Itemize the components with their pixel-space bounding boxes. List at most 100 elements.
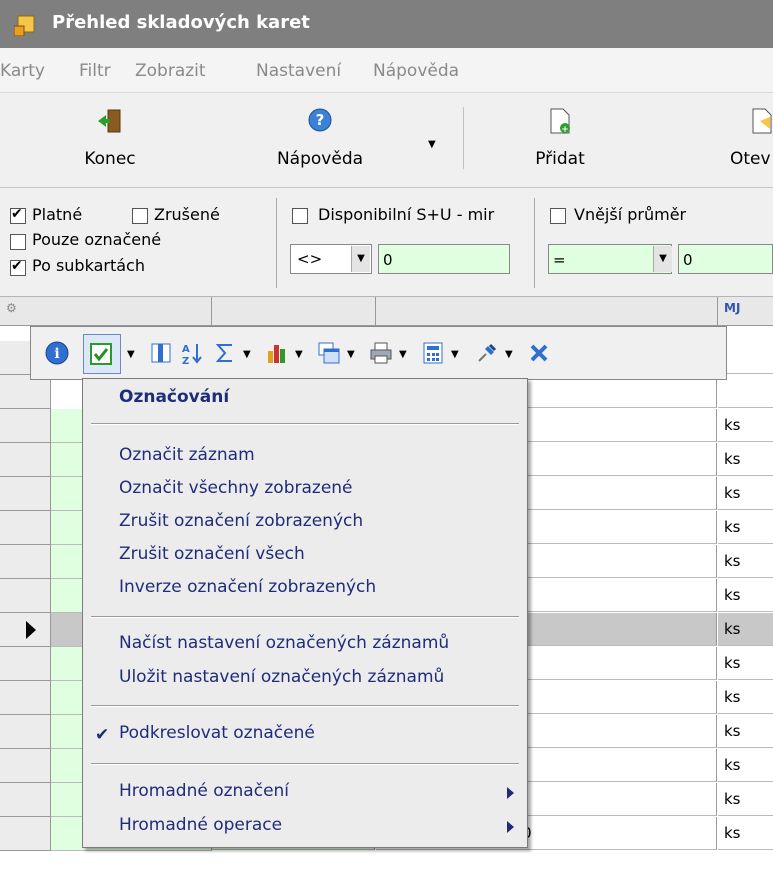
napoveda-button[interactable]: ? Nápověda (250, 93, 390, 187)
column-header-mj[interactable]: MJ (724, 301, 740, 315)
disponibilni-operator-select[interactable]: <> ▼ (290, 244, 372, 274)
menu-item-zrusit-zobrazenych[interactable]: Zrušit označení zobrazených (119, 511, 363, 531)
otevrit-label: Otev (730, 149, 771, 169)
cell-mj[interactable]: ks (718, 783, 773, 816)
cell-mj[interactable]: ks (718, 681, 773, 714)
konec-label: Konec (84, 149, 136, 169)
chevron-down-icon[interactable]: ▼ (351, 246, 370, 272)
cell-mj[interactable]: ks (718, 511, 773, 544)
po-subkartach-checkbox[interactable] (10, 258, 26, 276)
row-header[interactable] (0, 545, 51, 579)
disponibilni-value-field[interactable]: 0 (378, 244, 510, 274)
vnejsi-value-field[interactable]: 0 (678, 244, 773, 274)
open-document-icon (752, 108, 772, 134)
menu-item-ulozit-nastaveni[interactable]: Uložit nastavení označených záznamů (119, 667, 444, 687)
cell-mj[interactable]: ks (718, 613, 773, 646)
filter-panel: Platné Zrušené Pouze označené Po subkart… (0, 188, 773, 297)
current-row-arrow-icon (26, 621, 36, 639)
chevron-down-icon[interactable]: ▼ (127, 349, 135, 360)
chevron-down-icon[interactable]: ▼ (653, 246, 672, 272)
menu-nastaveni[interactable]: Nastavení (256, 61, 341, 81)
toolbar-separator (463, 107, 464, 169)
menu-item-oznacit-zaznam[interactable]: Označit záznam (119, 445, 255, 465)
menu-item-hromadne-operace[interactable]: Hromadné operace (119, 815, 282, 835)
otevrit-button[interactable]: Otev (720, 93, 773, 187)
info-icon[interactable]: i (45, 341, 69, 365)
columns-icon[interactable] (149, 341, 173, 365)
disponibilni-checkbox[interactable] (292, 208, 308, 224)
bar-chart-icon[interactable] (265, 341, 289, 365)
close-icon[interactable] (527, 341, 551, 365)
grid-settings-icon[interactable]: ⚙ (6, 301, 17, 315)
checkmark-icon: ✔ (95, 725, 110, 745)
row-header[interactable] (0, 409, 51, 443)
zrusene-checkbox[interactable] (132, 208, 148, 224)
windows-icon[interactable] (317, 341, 341, 365)
menu-item-podkreslovat[interactable]: Podkreslovat označené (119, 723, 315, 743)
menu-filtr[interactable]: Filtr (79, 61, 111, 81)
pouze-oznacene-label: Pouze označené (32, 230, 162, 249)
menu-item-hromadne-oznaceni[interactable]: Hromadné označení (119, 781, 289, 801)
menu-item-nacist-nastaveni[interactable]: Načíst nastavení označených záznamů (119, 633, 449, 653)
marking-button-active[interactable] (83, 334, 121, 374)
menu-item-zrusit-vsech[interactable]: Zrušit označení všech (119, 544, 305, 564)
row-header[interactable] (0, 443, 51, 477)
menu-zobrazit[interactable]: Zobrazit (135, 61, 206, 81)
window-titlebar[interactable]: Přehled skladových karet (0, 0, 773, 48)
menu-napoveda[interactable]: Nápověda (373, 61, 459, 81)
chevron-down-icon[interactable]: ▼ (451, 349, 459, 360)
chevron-down-icon[interactable]: ▼ (399, 349, 407, 360)
cell-mj[interactable]: ks (718, 545, 773, 578)
row-header[interactable] (0, 579, 51, 613)
row-header[interactable] (0, 647, 51, 681)
menu-karty[interactable]: Karty (0, 61, 45, 81)
napoveda-dropdown-icon[interactable]: ▼ (428, 139, 436, 150)
pouze-oznacene-checkbox[interactable] (10, 234, 26, 250)
row-header[interactable] (0, 715, 51, 749)
row-header[interactable] (0, 511, 51, 545)
menu-item-oznacit-vsechny[interactable]: Označit všechny zobrazené (119, 478, 353, 498)
cell-mj[interactable]: ks (718, 409, 773, 442)
filter-separator (534, 198, 535, 288)
chevron-down-icon[interactable]: ▼ (347, 349, 355, 360)
row-header[interactable] (0, 817, 51, 851)
chevron-down-icon[interactable]: ▼ (505, 349, 513, 360)
filter-separator (276, 198, 277, 288)
cell-mj[interactable]: ks (718, 477, 773, 510)
menu-item-inverze[interactable]: Inverze označení zobrazených (119, 577, 376, 597)
row-header[interactable] (0, 749, 51, 783)
cell-mj[interactable]: ks (718, 647, 773, 680)
menu-separator (91, 763, 519, 765)
row-header[interactable] (0, 613, 51, 647)
row-header[interactable] (0, 681, 51, 715)
pin-icon[interactable] (475, 341, 499, 365)
cell-mj[interactable]: ks (718, 749, 773, 782)
cell-mj[interactable]: ks (718, 579, 773, 612)
cell-mj[interactable]: ks (718, 715, 773, 748)
row-header[interactable] (0, 783, 51, 817)
chevron-down-icon[interactable]: ▼ (243, 349, 251, 360)
window-title: Přehled skladových karet (52, 12, 310, 33)
checkbox-marked-icon (90, 343, 112, 365)
platne-checkbox[interactable] (10, 206, 26, 224)
print-icon[interactable] (369, 341, 393, 365)
menu-separator (91, 423, 519, 425)
vnejsi-prumer-checkbox[interactable] (550, 208, 566, 224)
submenu-arrow-icon (507, 821, 514, 833)
calculator-icon[interactable] (421, 341, 445, 365)
row-header[interactable] (0, 477, 51, 511)
sum-icon[interactable] (213, 341, 237, 365)
zrusene-label: Zrušené (154, 205, 220, 224)
cell-mj[interactable]: ks (718, 817, 773, 850)
svg-text:?: ? (316, 111, 325, 129)
cell-mj[interactable]: ks (718, 443, 773, 476)
pridat-button[interactable]: + Přidat (500, 93, 620, 187)
chevron-down-icon[interactable]: ▼ (295, 349, 303, 360)
sort-az-icon[interactable]: A Z (181, 341, 205, 365)
konec-button[interactable]: Konec (50, 93, 170, 187)
exit-door-icon (98, 109, 121, 133)
popup-title: Označování (119, 387, 230, 407)
row-header[interactable] (0, 375, 51, 409)
stock-card-icon (14, 15, 35, 36)
vnejsi-operator-select[interactable]: = ▼ (548, 244, 672, 274)
